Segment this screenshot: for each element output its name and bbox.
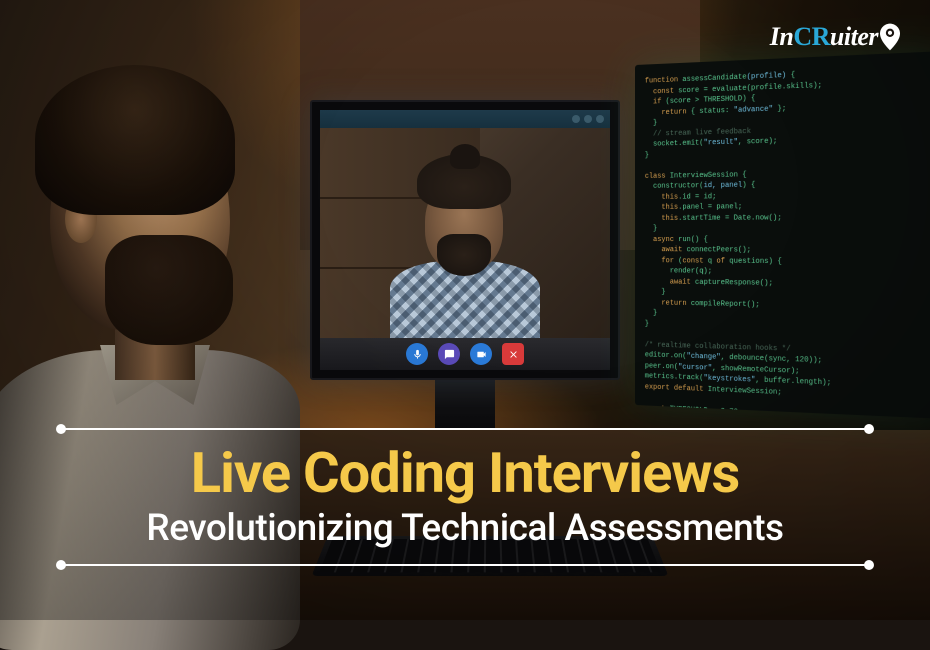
microphone-button[interactable] [406, 343, 428, 365]
end-call-button[interactable] [502, 343, 524, 365]
brand-logo: InCRuiter [770, 22, 900, 52]
window-control-icon [596, 115, 604, 123]
video-call-window [320, 110, 610, 370]
left-monitor [310, 100, 620, 380]
video-feed [320, 128, 610, 338]
code-editor: function assessCandidate(profile) { cons… [635, 51, 930, 419]
window-control-icon [572, 115, 580, 123]
window-titlebar [320, 110, 610, 128]
map-pin-icon [880, 23, 900, 51]
right-monitor-code: function assessCandidate(profile) { cons… [635, 51, 930, 419]
call-toolbar [320, 338, 610, 370]
window-control-icon [584, 115, 592, 123]
chat-button[interactable] [438, 343, 460, 365]
headline-block: Live Coding Interviews Revolutionizing T… [60, 414, 870, 580]
remote-participant [395, 166, 535, 338]
divider-top [60, 428, 870, 430]
headline-main: Live Coding Interviews [60, 444, 870, 503]
camera-button[interactable] [470, 343, 492, 365]
brand-wordmark: InCRuiter [770, 22, 878, 52]
headline-sub: Revolutionizing Technical Assessments [60, 507, 870, 550]
promo-scene: InCRuiter [0, 0, 930, 620]
divider-bottom [60, 564, 870, 566]
